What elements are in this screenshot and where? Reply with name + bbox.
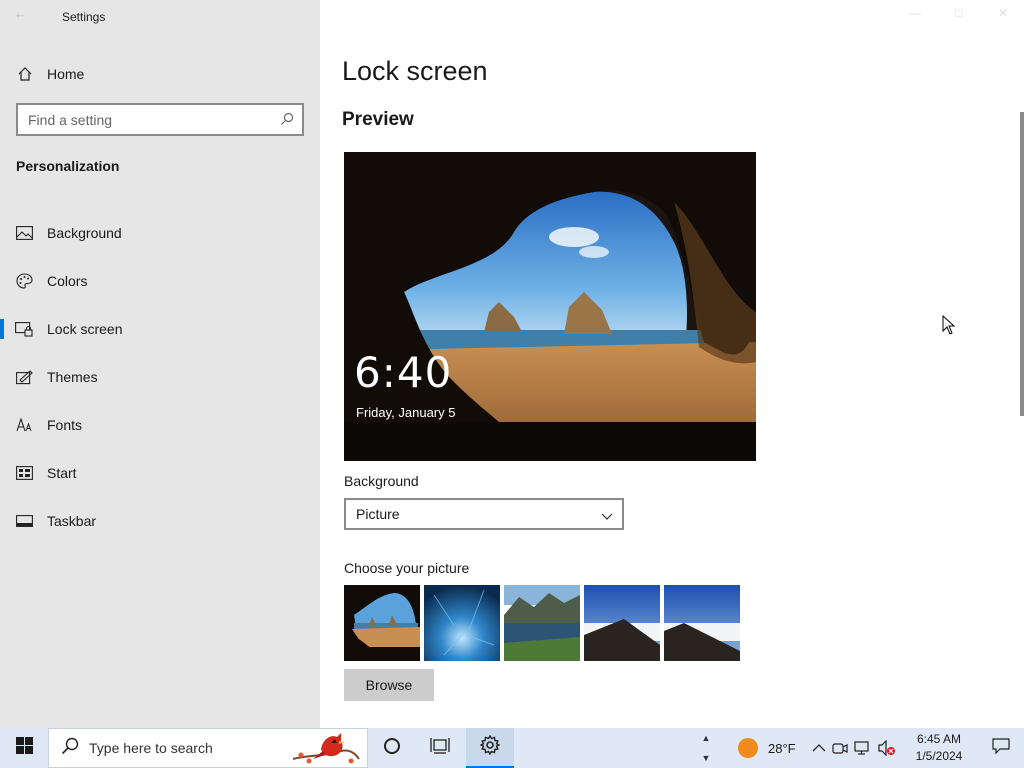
home-icon (16, 66, 34, 82)
image-icon (15, 226, 33, 240)
chevron-down-icon (601, 508, 613, 526)
maximize-button[interactable]: □ (944, 6, 974, 26)
sidebar-item-label: Colors (47, 273, 88, 289)
sidebar-item-taskbar[interactable]: Taskbar (0, 497, 320, 545)
sidebar-item-label: Start (47, 465, 77, 481)
chevron-up-icon[interactable] (812, 743, 826, 753)
preview-clock: 6:40 (354, 348, 453, 397)
sidebar-item-start[interactable]: Start (0, 449, 320, 497)
cardinal-bird-icon (291, 729, 361, 768)
taskbar-search-box[interactable]: Type here to search (48, 728, 368, 768)
temperature: 28°F (768, 740, 796, 756)
taskbar-time: 6:45 AM (916, 732, 962, 746)
background-label: Background (344, 473, 419, 489)
sidebar: ← Settings Home Personalization Backgrou… (0, 0, 320, 728)
sidebar-item-label: Fonts (47, 417, 83, 433)
themes-icon (15, 369, 33, 385)
task-view-icon (430, 737, 450, 760)
browse-button[interactable]: Browse (344, 669, 434, 701)
start-icon (15, 466, 33, 480)
chevron-down-icon[interactable]: ▼ (702, 753, 711, 763)
preview-heading: Preview (342, 109, 414, 130)
thumbnail-mountain-lake[interactable] (504, 585, 580, 661)
fonts-icon (15, 418, 33, 432)
notification-button[interactable] (978, 728, 1024, 768)
meet-now-icon[interactable] (832, 741, 848, 755)
minimize-button[interactable]: — (900, 6, 930, 26)
app-title: Settings (62, 10, 106, 24)
sidebar-item-colors[interactable]: Colors (0, 257, 320, 305)
back-arrow-icon[interactable]: ← (14, 6, 34, 26)
main-content: — □ ✕ Lock screen Preview 6:40 Friday, J… (320, 0, 1024, 728)
palette-icon (15, 273, 33, 289)
taskbar-search-text: Type here to search (89, 740, 213, 756)
cortana-button[interactable] (368, 728, 416, 768)
taskbar-clock[interactable]: 6:45 AM 1/5/2024 (906, 731, 972, 765)
settings-taskbar-button[interactable] (466, 728, 514, 768)
sidebar-item-lock-screen[interactable]: Lock screen (0, 305, 320, 353)
task-view-button[interactable] (416, 728, 464, 768)
thumbnail-snowy-ridge[interactable] (584, 585, 660, 661)
sidebar-item-themes[interactable]: Themes (0, 353, 320, 401)
weather-widget[interactable]: 28°F (738, 728, 796, 768)
cortana-circle-icon (383, 737, 401, 760)
settings-search-input[interactable] (18, 111, 268, 128)
selection-indicator (0, 319, 4, 339)
picture-thumbnails (344, 585, 740, 661)
network-icon[interactable] (854, 741, 872, 755)
taskbar: Type here to search ▲ ▼ 28°F 6:45 AM 1/5… (0, 728, 1024, 768)
sidebar-item-fonts[interactable]: Fonts (0, 401, 320, 449)
preview-date: Friday, January 5 (356, 405, 456, 420)
sidebar-item-label: Lock screen (47, 321, 123, 337)
search-icon (61, 737, 79, 760)
notification-icon (992, 737, 1010, 759)
windows-logo-icon (15, 737, 33, 759)
sidebar-item-label: Background (47, 225, 122, 241)
taskbar-scroll-arrows[interactable]: ▲ ▼ (698, 728, 714, 768)
sun-icon (738, 738, 758, 758)
chevron-up-icon[interactable]: ▲ (702, 733, 711, 743)
section-title: Personalization (16, 158, 120, 174)
close-button[interactable]: ✕ (988, 6, 1018, 26)
sidebar-item-label: Themes (47, 369, 98, 385)
thumbnail-underwater-ice[interactable] (424, 585, 500, 661)
taskbar-icon (15, 515, 33, 527)
background-dropdown[interactable]: Picture (344, 498, 624, 530)
sidebar-item-label: Taskbar (47, 513, 97, 529)
taskbar-date: 1/5/2024 (915, 749, 963, 763)
thumbnail-snowy-ridge-alt[interactable] (664, 585, 740, 661)
personalization-nav: Background Colors Lock screen Themes Fon… (0, 209, 320, 545)
system-tray (812, 728, 896, 768)
mouse-cursor-icon (942, 314, 956, 340)
settings-search-box[interactable] (16, 103, 304, 136)
scrollbar[interactable] (1020, 112, 1024, 416)
search-icon[interactable] (280, 112, 294, 131)
home-label: Home (47, 66, 85, 82)
lock-screen-icon (15, 321, 33, 337)
thumbnail-cave-beach[interactable] (344, 585, 420, 661)
background-dropdown-value: Picture (356, 506, 400, 522)
choose-picture-label: Choose your picture (344, 560, 470, 576)
gear-icon (479, 734, 501, 760)
lock-screen-preview: 6:40 Friday, January 5 (344, 152, 756, 461)
page-title: Lock screen (342, 56, 488, 86)
home-nav-item[interactable]: Home (0, 58, 320, 90)
sidebar-item-background[interactable]: Background (0, 209, 320, 257)
volume-muted-icon[interactable] (878, 740, 896, 756)
start-button[interactable] (0, 728, 48, 768)
